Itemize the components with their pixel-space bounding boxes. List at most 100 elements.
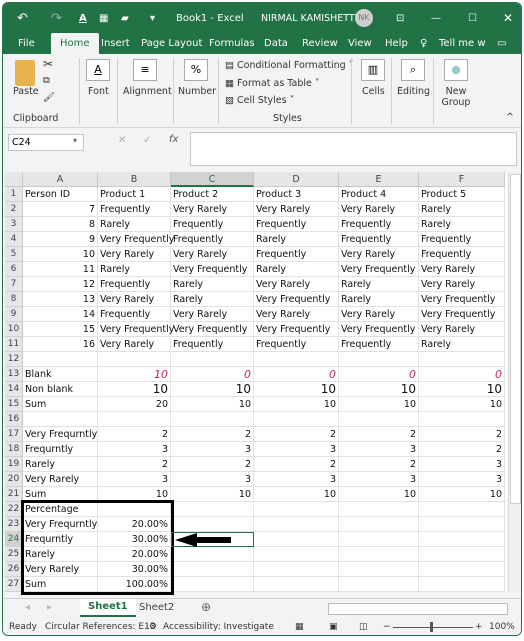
zoom-in-icon[interactable]: + <box>475 622 483 632</box>
cell-D2[interactable]: Very Rarely <box>254 202 339 217</box>
cell-A10[interactable]: 15 <box>23 322 98 337</box>
zoom-slider-thumb[interactable] <box>430 622 433 632</box>
cell-C23[interactable] <box>171 517 254 532</box>
collapse-ribbon-icon[interactable]: ^ <box>506 112 514 123</box>
cell-F2[interactable]: Rarely <box>419 202 505 217</box>
cell-D1[interactable]: Product 3 <box>254 187 339 202</box>
number-icon[interactable]: % <box>184 59 208 81</box>
cell-F15[interactable]: 10 <box>419 397 505 412</box>
row-header-14[interactable]: 14 <box>5 382 23 397</box>
name-box-dropdown-icon[interactable]: ▾ <box>73 136 77 145</box>
cell-F20[interactable]: 3 <box>419 472 505 487</box>
cell-F6[interactable]: Very Rarely <box>419 262 505 277</box>
format-painter-icon[interactable]: 🖌 <box>43 92 55 103</box>
cell-D15[interactable]: 10 <box>254 397 339 412</box>
cell-F27[interactable] <box>419 577 505 592</box>
minimize-icon[interactable]: — <box>431 13 441 24</box>
tab-formulas[interactable]: Formulas <box>209 38 255 49</box>
cell-C3[interactable]: Frequently <box>171 217 254 232</box>
cell-A4[interactable]: 9 <box>23 232 98 247</box>
cell-D5[interactable]: Frequently <box>254 247 339 262</box>
scroll-tabs-left-icon[interactable]: ◂ <box>25 602 30 613</box>
cell-D6[interactable]: Rarely <box>254 262 339 277</box>
insert-function-icon[interactable]: fx <box>169 134 178 145</box>
row-header-5[interactable]: 5 <box>5 247 23 262</box>
cell-A18[interactable]: Frequrntly <box>23 442 98 457</box>
cell-C9[interactable]: Very Rarely <box>171 307 254 322</box>
cell-A16[interactable] <box>23 412 98 427</box>
cell-D20[interactable]: 3 <box>254 472 339 487</box>
tab-insert[interactable]: Insert <box>101 38 130 49</box>
row-header-17[interactable]: 17 <box>5 427 23 442</box>
cell-E27[interactable] <box>339 577 419 592</box>
page-break-view-icon[interactable]: ◫ <box>359 622 368 632</box>
row-header-9[interactable]: 9 <box>5 307 23 322</box>
cell-B20[interactable]: 3 <box>98 472 171 487</box>
cell-B16[interactable] <box>98 412 171 427</box>
cell-B19[interactable]: 2 <box>98 457 171 472</box>
cell-F23[interactable] <box>419 517 505 532</box>
cell-D13[interactable]: 0 <box>254 367 339 382</box>
cell-D14[interactable]: 10 <box>254 382 339 397</box>
cell-C21[interactable]: 10 <box>171 487 254 502</box>
cell-B7[interactable]: Frequently <box>98 277 171 292</box>
cut-icon[interactable]: ✂ <box>43 57 53 71</box>
cell-A9[interactable]: 14 <box>23 307 98 322</box>
horizontal-scrollbar[interactable] <box>328 603 508 615</box>
cell-E9[interactable]: Very Rarely <box>339 307 419 322</box>
cell-A20[interactable]: Very Rarely <box>23 472 98 487</box>
row-header-1[interactable]: 1 <box>5 187 23 202</box>
column-header-e[interactable]: E <box>339 172 419 187</box>
cell-D24[interactable] <box>254 532 339 547</box>
cell-E11[interactable]: Frequently <box>339 337 419 352</box>
cell-D27[interactable] <box>254 577 339 592</box>
cell-F4[interactable]: Frequently <box>419 232 505 247</box>
cell-A19[interactable]: Rarely <box>23 457 98 472</box>
row-header-15[interactable]: 15 <box>5 397 23 412</box>
customize-qat-icon[interactable]: ▾ <box>150 13 155 24</box>
cell-F10[interactable]: Very Rarely <box>419 322 505 337</box>
cell-A5[interactable]: 10 <box>23 247 98 262</box>
cell-C4[interactable]: Frequently <box>171 232 254 247</box>
cell-E5[interactable]: Very Rarely <box>339 247 419 262</box>
cell-D12[interactable] <box>254 352 339 367</box>
cell-A1[interactable]: Person ID <box>23 187 98 202</box>
cell-F11[interactable]: Rarely <box>419 337 505 352</box>
search-icon[interactable]: ⌕ <box>401 59 425 81</box>
cell-B2[interactable]: Frequently <box>98 202 171 217</box>
scroll-tabs-right-icon[interactable]: ▸ <box>47 602 52 613</box>
cell-E6[interactable]: Very Frequently <box>339 262 419 277</box>
cell-F8[interactable]: Very Frequently <box>419 292 505 307</box>
vertical-scroll-thumb[interactable] <box>510 174 521 504</box>
cell-E20[interactable]: 3 <box>339 472 419 487</box>
cell-D9[interactable]: Very Rarely <box>254 307 339 322</box>
cell-C20[interactable]: 3 <box>171 472 254 487</box>
cell-A17[interactable]: Very Frequrntly <box>23 427 98 442</box>
cell-E3[interactable]: Frequently <box>339 217 419 232</box>
cell-F14[interactable]: 10 <box>419 382 505 397</box>
column-header-d[interactable]: D <box>254 172 339 187</box>
cell-F7[interactable]: Very Rarely <box>419 277 505 292</box>
worksheet-grid[interactable]: A B C D E F 1 Person ID Product 1 Product 2 Produc… <box>5 172 507 595</box>
table-icon[interactable]: ▦ <box>99 13 108 24</box>
row-header-6[interactable]: 6 <box>5 262 23 277</box>
tab-review[interactable]: Review <box>302 38 338 49</box>
cell-F9[interactable]: Very Frequently <box>419 307 505 322</box>
cell-C25[interactable] <box>171 547 254 562</box>
circular-references[interactable]: Circular References: E13 <box>45 622 156 632</box>
cell-F13[interactable]: 0 <box>419 367 505 382</box>
comments-icon[interactable]: ▭ <box>497 38 506 49</box>
row-header-16[interactable]: 16 <box>5 412 23 427</box>
cell-F16[interactable] <box>419 412 505 427</box>
cell-D16[interactable] <box>254 412 339 427</box>
cell-B9[interactable]: Frequently <box>98 307 171 322</box>
row-header-18[interactable]: 18 <box>5 442 23 457</box>
cell-C5[interactable]: Very Rarely <box>171 247 254 262</box>
tab-data[interactable]: Data <box>264 38 288 49</box>
cell-F12[interactable] <box>419 352 505 367</box>
open-folder-icon[interactable]: ▰ <box>121 13 129 24</box>
cell-E4[interactable]: Frequently <box>339 232 419 247</box>
cell-B17[interactable]: 2 <box>98 427 171 442</box>
cell-B5[interactable]: Very Rarely <box>98 247 171 262</box>
cell-B18[interactable]: 3 <box>98 442 171 457</box>
